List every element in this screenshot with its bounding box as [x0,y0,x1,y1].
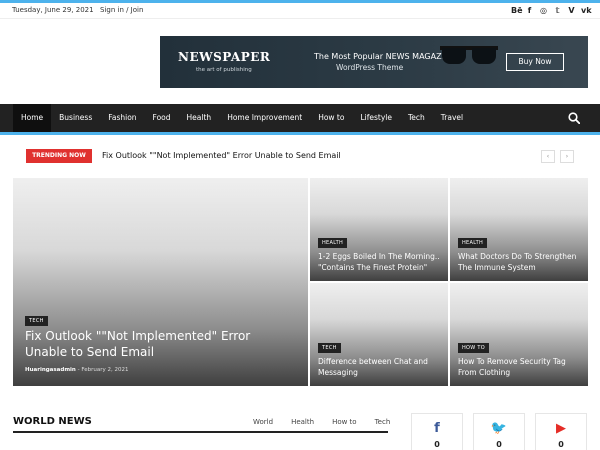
vk-icon[interactable]: vk [581,5,592,16]
section-tabs: World Health How to Tech [253,418,390,426]
featured-post[interactable]: HEALTH What Doctors Do To Strengthen The… [450,178,588,281]
post-category-badge[interactable]: HEALTH [318,238,348,248]
nav-item-tech[interactable]: Tech [400,104,433,132]
nav-item-how-to[interactable]: How to [310,104,352,132]
instagram-icon[interactable]: ◎ [539,5,548,16]
youtube-count: 0 [558,440,564,449]
tab-world[interactable]: World [253,418,273,426]
nav-item-home[interactable]: Home [13,104,52,132]
sign-in-link[interactable]: Sign in / Join [100,6,143,14]
banner-tagline: The Most Popular NEWS MAGAZINE [314,52,455,61]
current-date: Tuesday, June 29, 2021 [12,6,94,14]
twitter-icon[interactable]: 𝕥 [553,5,562,16]
post-category-badge[interactable]: TECH [25,316,48,326]
featured-main-post[interactable]: TECH Fix Outlook ""Not Implemented" Erro… [13,178,308,386]
facebook-icon[interactable]: f [525,5,534,16]
nav-item-lifestyle[interactable]: Lifestyle [352,104,400,132]
post-date: - February 2, 2021 [77,367,129,373]
post-title[interactable]: Fix Outlook ""Not Implemented" Error Una… [25,328,285,360]
social-icons: Bē f ◎ 𝕥 V vk [511,5,592,16]
main-nav: Home Business Fashion Food Health Home I… [0,104,600,135]
facebook-counter[interactable]: f 0 [411,413,463,450]
glasses-illustration [440,46,498,68]
section-title: WORLD NEWS [13,416,92,427]
banner-tagline-sub: WordPress Theme [336,63,404,72]
tab-tech[interactable]: Tech [375,418,391,426]
nav-item-business[interactable]: Business [51,104,100,132]
nav-accent-line [0,132,600,135]
post-category-badge[interactable]: HOW TO [458,343,490,353]
twitter-count: 0 [496,440,502,449]
facebook-count: 0 [434,440,440,449]
tab-health[interactable]: Health [291,418,314,426]
behance-icon[interactable]: Bē [511,5,523,16]
post-category-badge[interactable]: TECH [318,343,341,353]
post-title[interactable]: How To Remove Security Tag From Clothing [458,356,582,378]
featured-post[interactable]: TECH Difference between Chat and Messagi… [310,283,448,386]
buy-now-button[interactable]: Buy Now [506,53,564,71]
featured-post[interactable]: HOW TO How To Remove Security Tag From C… [450,283,588,386]
post-title[interactable]: 1-2 Eggs Boiled In The Morning.. "Contai… [318,251,442,273]
youtube-counter[interactable]: ▶ 0 [535,413,587,450]
nav-item-fashion[interactable]: Fashion [100,104,144,132]
nav-item-food[interactable]: Food [145,104,179,132]
trending-label: TRENDING NOW [26,149,92,163]
trending-prev-button[interactable]: ‹ [541,150,555,163]
post-title[interactable]: What Doctors Do To Strengthen The Immune… [458,251,582,273]
section-divider [13,431,388,433]
nav-item-home-improvement[interactable]: Home Improvement [219,104,310,132]
search-icon[interactable] [568,112,580,124]
trending-bar: TRENDING NOW Fix Outlook ""Not Implement… [0,142,600,170]
post-meta: Huaringasadmin - February 2, 2021 [25,367,128,373]
post-category-badge[interactable]: HEALTH [458,238,488,248]
nav-item-travel[interactable]: Travel [433,104,471,132]
youtube-icon: ▶ [556,421,566,436]
featured-post[interactable]: HEALTH 1-2 Eggs Boiled In The Morning.. … [310,178,448,281]
facebook-icon: f [434,421,440,436]
ad-banner[interactable]: NEWSPAPER the art of publishing The Most… [160,36,588,88]
post-author[interactable]: Huaringasadmin [25,367,76,373]
banner-brand: NEWSPAPER [178,50,271,64]
vimeo-icon[interactable]: V [567,5,576,16]
top-bar: Tuesday, June 29, 2021 Sign in / Join Bē… [0,3,600,19]
nav-item-health[interactable]: Health [179,104,220,132]
trending-headline[interactable]: Fix Outlook ""Not Implemented" Error Una… [102,149,341,163]
trending-next-button[interactable]: › [560,150,574,163]
nav-menu: Home Business Fashion Food Health Home I… [13,104,471,132]
post-title[interactable]: Difference between Chat and Messaging [318,356,442,378]
twitter-counter[interactable]: 🐦 0 [473,413,525,450]
banner-brand-sub: the art of publishing [196,67,252,73]
twitter-icon: 🐦 [490,421,508,436]
tab-how-to[interactable]: How to [332,418,357,426]
